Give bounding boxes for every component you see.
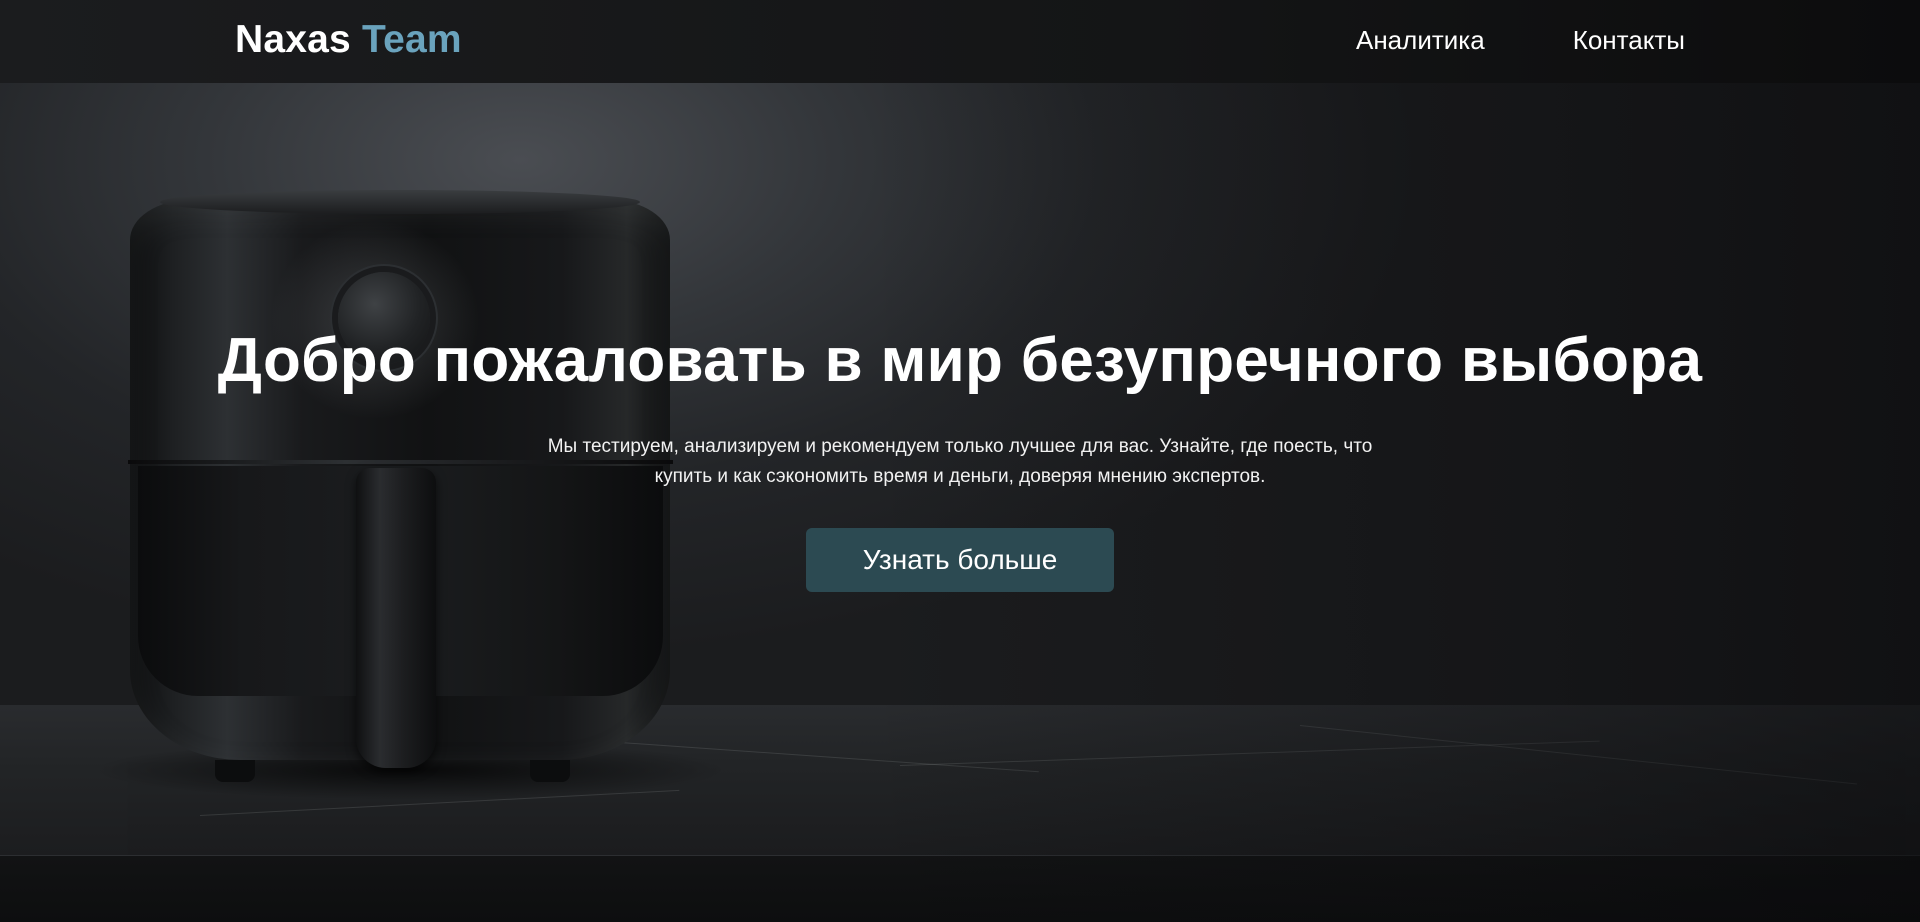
- hero-subtitle: Мы тестируем, анализируем и рекомендуем …: [547, 436, 1373, 487]
- nav-link-analytics[interactable]: Аналитика: [1356, 25, 1485, 56]
- nav-link-contacts[interactable]: Контакты: [1573, 25, 1685, 56]
- site-logo[interactable]: Naxas Team: [235, 18, 462, 62]
- hero-title: Добро пожаловать в мир безупречного выбо…: [217, 326, 1703, 395]
- page: Naxas Team Аналитика Контакты Добро пожа…: [0, 0, 1920, 922]
- main-nav: Аналитика Контакты: [1356, 25, 1685, 56]
- learn-more-button[interactable]: Узнать больше: [806, 528, 1114, 592]
- logo-accent-text: Team: [361, 18, 462, 61]
- site-header: Naxas Team Аналитика Контакты: [0, 0, 1920, 83]
- hero-section: Добро пожаловать в мир безупречного выбо…: [0, 320, 1920, 592]
- logo-primary-text: Naxas: [235, 18, 351, 61]
